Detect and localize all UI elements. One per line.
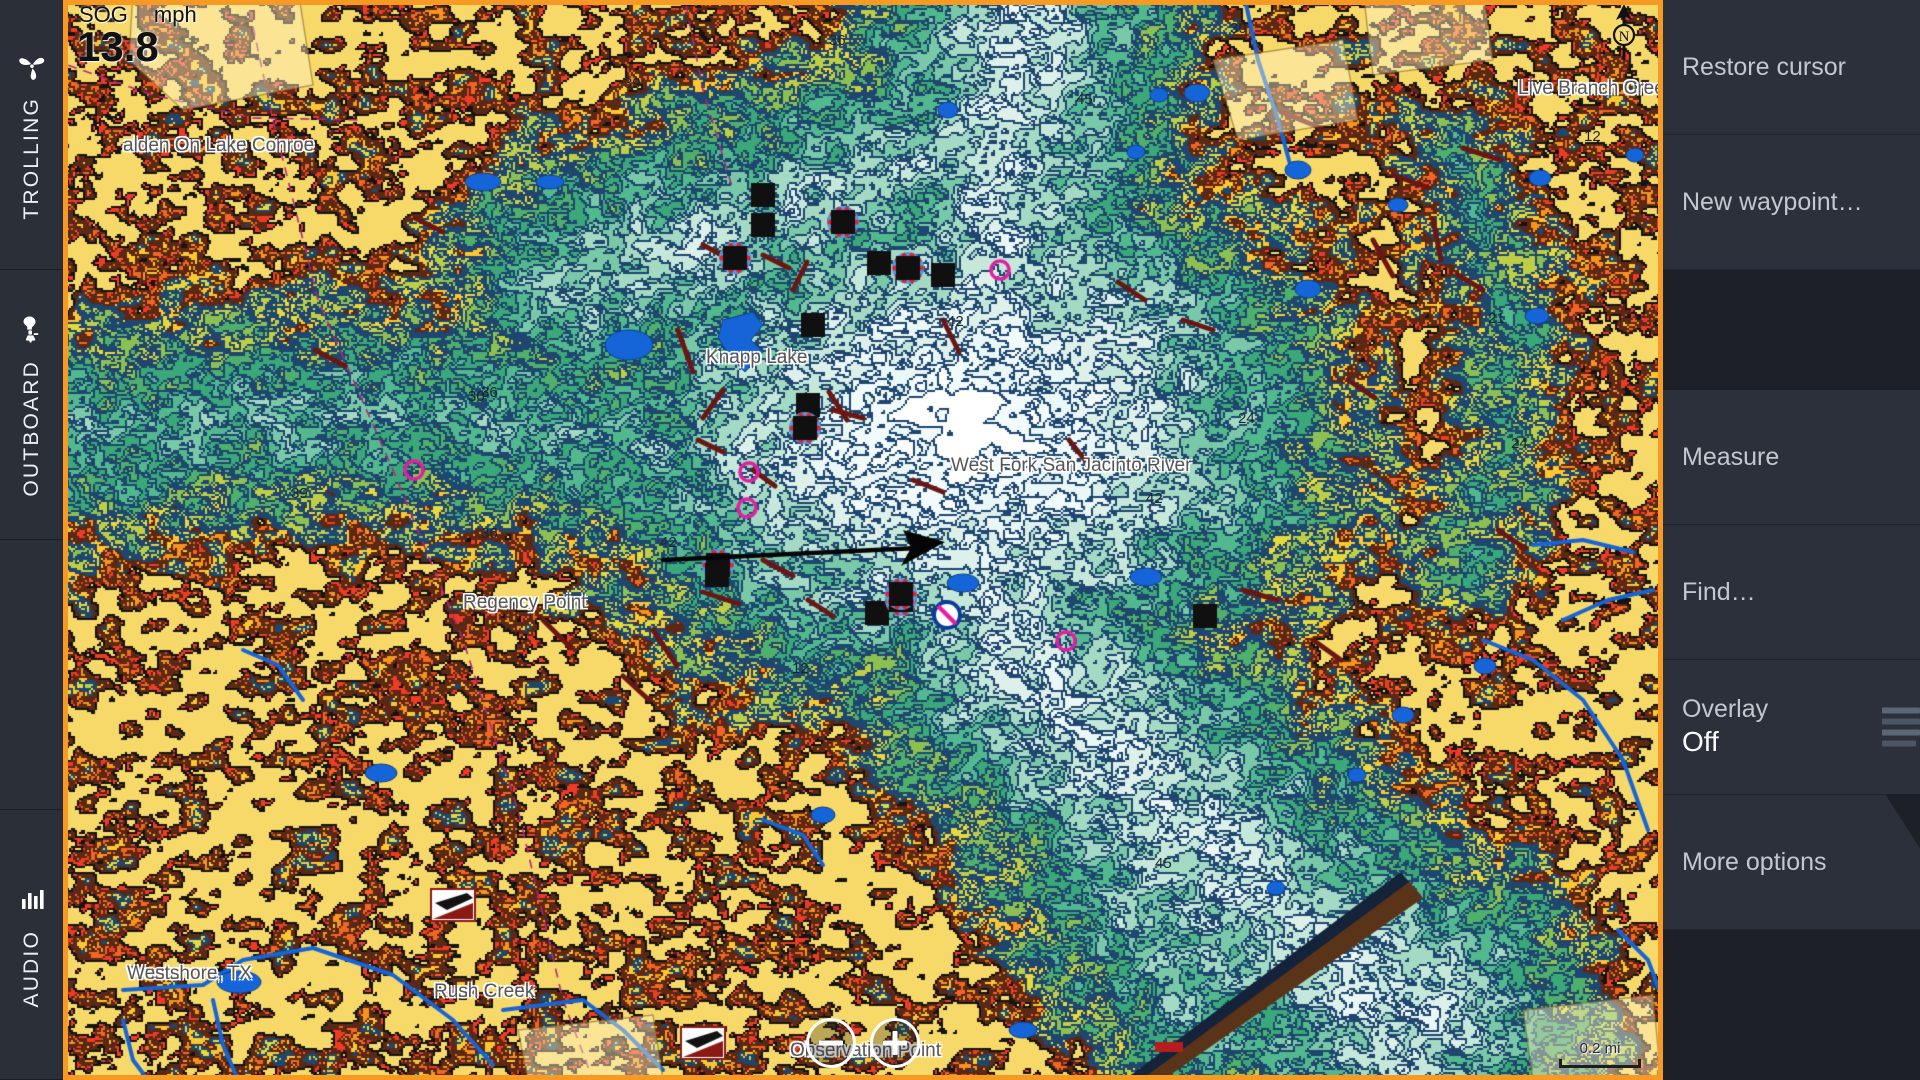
menu-item-measure[interactable]: Measure (1663, 390, 1920, 525)
outboard-motor-icon (15, 312, 49, 346)
sog-unit: mph (153, 2, 197, 27)
sidebar-item-outboard[interactable]: OUTBOARD (0, 270, 63, 540)
sidebar-item-audio[interactable]: AUDIO (0, 810, 63, 1080)
sidebar-item-label-audio: AUDIO (19, 929, 43, 1008)
menu-bottom-filler (1663, 930, 1920, 1080)
zoom-out-button[interactable] (806, 1018, 856, 1068)
menu-item-find[interactable]: Find… (1663, 525, 1920, 660)
menu-item-overlay[interactable]: Overlay Off (1663, 660, 1920, 795)
left-sidebar: TROLLING OUTBOARD AUDIO (0, 0, 63, 1080)
sidebar-empty-slot (0, 540, 63, 810)
sog-value: 13.8 (77, 23, 159, 70)
audio-bars-icon (15, 882, 49, 916)
menu-item-label: More options (1682, 847, 1827, 876)
sidebar-item-trolling[interactable]: TROLLING (0, 0, 63, 270)
menu-item-label: Find… (1682, 577, 1756, 606)
menu-gap (1663, 270, 1920, 390)
chartplotter-app: TROLLING OUTBOARD AUDIO SOG mph 13.8 N a… (0, 0, 1920, 1080)
svg-text:N: N (1619, 29, 1630, 45)
menu-item-label: Restore cursor (1682, 52, 1846, 81)
menu-item-label: New waypoint… (1682, 187, 1863, 216)
menu-item-label: Measure (1682, 442, 1780, 471)
chart-map-panel[interactable]: SOG mph 13.8 N alden On Lake Conroe Live … (63, 0, 1663, 1080)
propeller-icon (15, 49, 49, 83)
zoom-in-button[interactable] (870, 1018, 920, 1068)
sidebar-item-label-outboard: OUTBOARD (19, 360, 43, 497)
sog-data-overlay: SOG mph 13.8 (77, 2, 197, 68)
sidebar-item-label-trolling: TROLLING (19, 97, 43, 220)
map-zoom-controls[interactable] (806, 1018, 920, 1068)
menu-item-new-waypoint[interactable]: New waypoint… (1663, 135, 1920, 270)
menu-item-more-options[interactable]: More options (1663, 794, 1920, 930)
layers-icon (1882, 707, 1920, 747)
north-arrow-icon: N (1609, 2, 1639, 69)
context-menu-panel: Restore cursor New waypoint… Measure Fin… (1663, 0, 1920, 1080)
menu-item-restore-cursor[interactable]: Restore cursor (1663, 0, 1920, 135)
menu-corner-notch (1885, 794, 1920, 850)
nautical-chart[interactable] (63, 0, 1663, 1080)
